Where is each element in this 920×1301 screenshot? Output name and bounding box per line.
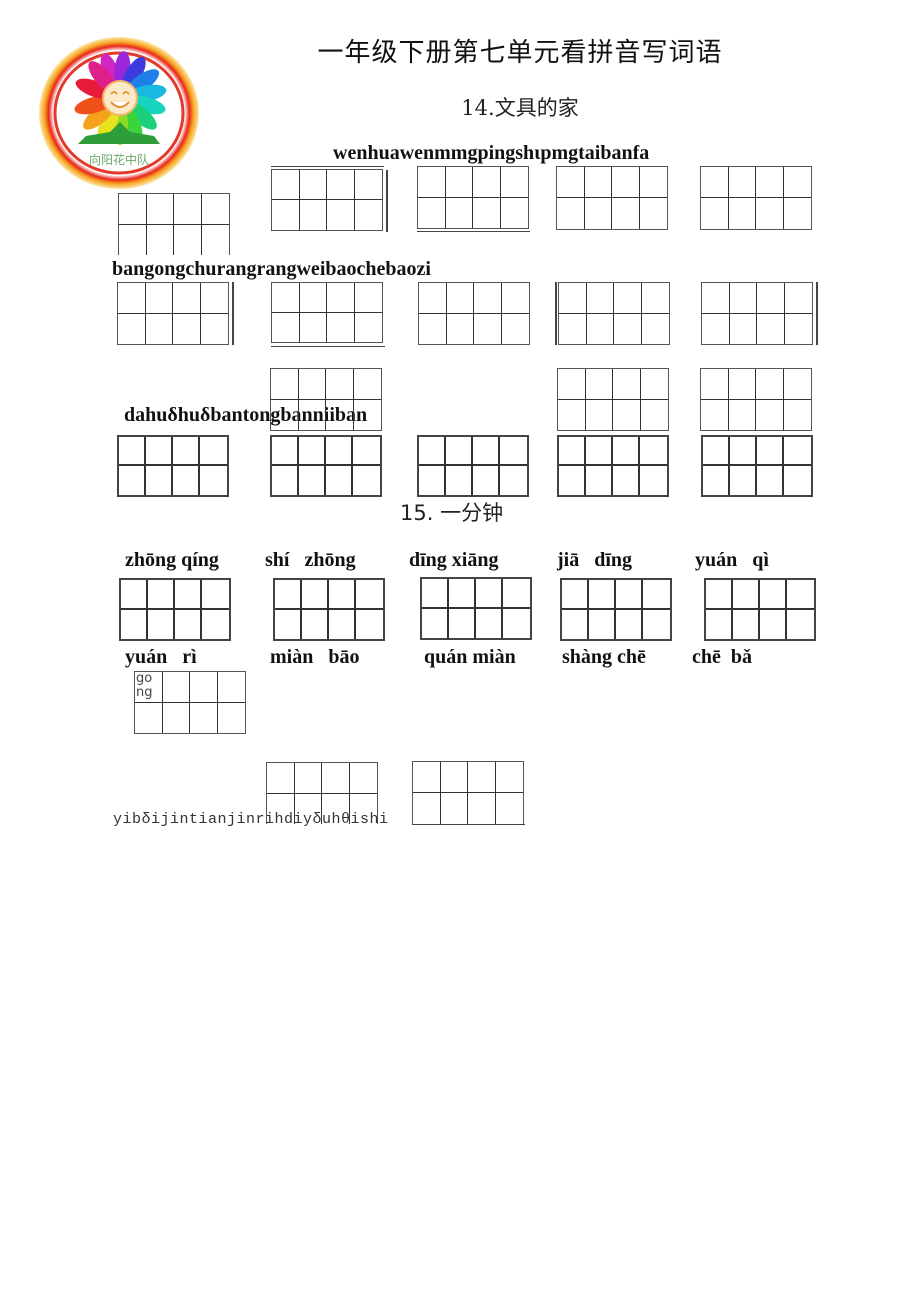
writing-grid[interactable] xyxy=(420,577,532,640)
page-title: 一年级下册第七单元看拼音写词语 xyxy=(317,38,723,68)
writing-grid[interactable] xyxy=(558,282,670,345)
pinyin-word: zhōng qíng xyxy=(125,549,219,571)
pinyin-line-2: bangongchurangrangweibaochebaozi xyxy=(112,258,431,280)
pinyin-word: jiā dīng xyxy=(557,549,633,571)
writing-grid[interactable] xyxy=(119,578,231,641)
pinyin-word: quán miàn xyxy=(424,646,516,668)
pinyin-line-1: wenhuawenmmgpingshιpmgtaibanfa xyxy=(333,142,650,164)
writing-grid[interactable] xyxy=(560,578,672,641)
grid-line-fragment xyxy=(271,166,384,168)
grid-line-fragment xyxy=(271,346,385,348)
pinyin-word: shí zhōng xyxy=(265,549,356,571)
writing-grid[interactable] xyxy=(270,435,382,497)
grid-line-fragment xyxy=(816,282,818,345)
writing-grid[interactable] xyxy=(701,435,813,497)
sunflower-badge-icon: 向阳花中队 xyxy=(39,37,199,189)
writing-grid[interactable] xyxy=(700,368,812,431)
writing-grid[interactable] xyxy=(556,166,668,230)
writing-grid[interactable] xyxy=(418,282,530,345)
writing-grid[interactable] xyxy=(557,368,669,431)
pinyin-word: miàn bāo xyxy=(270,646,360,668)
pinyin-line-mono: yibδijintianjinrihdiyδuhθishi xyxy=(113,811,389,828)
writing-grid[interactable] xyxy=(271,282,383,343)
writing-grid[interactable] xyxy=(417,435,529,497)
writing-grid[interactable]: go ng xyxy=(134,671,246,734)
pinyin-word: yuán qì xyxy=(695,549,769,571)
writing-grid[interactable] xyxy=(271,169,383,231)
pinyin-word: dīng xiāng xyxy=(409,549,499,571)
writing-grid[interactable] xyxy=(704,578,816,641)
writing-grid[interactable] xyxy=(117,435,229,497)
lesson-14-heading: 14.文具的家 xyxy=(461,96,579,120)
lesson-15-heading: 15. 一分钟 xyxy=(400,501,504,525)
grid-line-fragment xyxy=(412,824,525,826)
writing-grid[interactable] xyxy=(412,761,524,824)
cell-hint-text: go ng xyxy=(136,671,153,700)
grid-line-fragment xyxy=(232,282,234,345)
pinyin-word: shàng chē xyxy=(562,646,646,668)
writing-grid[interactable] xyxy=(270,368,382,431)
writing-grid[interactable] xyxy=(701,282,813,345)
grid-line-fragment xyxy=(386,170,388,232)
writing-grid[interactable] xyxy=(700,166,812,230)
grid-line-fragment xyxy=(417,231,530,233)
writing-grid[interactable] xyxy=(557,435,669,497)
pinyin-word: chē bǎ xyxy=(692,646,752,668)
writing-grid[interactable] xyxy=(273,578,385,641)
grid-line-fragment xyxy=(555,282,557,345)
pinyin-word: yuán rì xyxy=(125,646,197,668)
writing-grid[interactable] xyxy=(117,282,229,345)
writing-grid[interactable] xyxy=(118,193,230,255)
logo-text: 向阳花中队 xyxy=(89,152,149,167)
writing-grid[interactable] xyxy=(417,166,529,229)
logo-badge: 向阳花中队 xyxy=(38,36,200,190)
